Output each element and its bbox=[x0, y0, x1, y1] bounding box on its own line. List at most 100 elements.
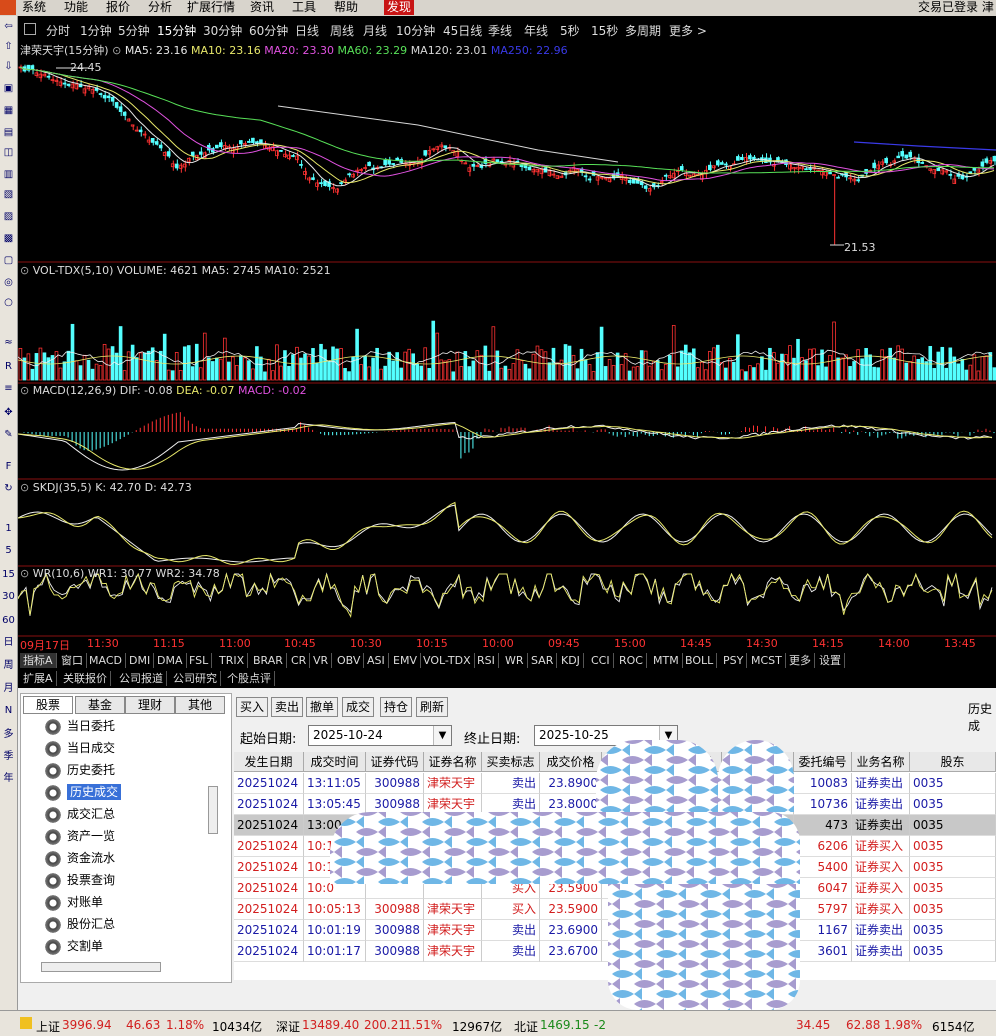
period-tab[interactable]: 月线 bbox=[363, 22, 387, 39]
period-1[interactable]: 1 bbox=[1, 522, 16, 536]
menu-extended[interactable]: 扩展行情 bbox=[187, 0, 235, 15]
deals-button[interactable]: 成交 bbox=[342, 697, 375, 717]
period-more[interactable]: 更多 > bbox=[669, 22, 707, 39]
nav-item[interactable]: 成交汇总 bbox=[43, 804, 115, 824]
period-60[interactable]: 60 bbox=[1, 614, 16, 628]
period-tab[interactable]: 多周期 bbox=[625, 22, 661, 39]
settings-dot-icon[interactable]: ⊙ bbox=[112, 44, 121, 57]
arrow-left-icon[interactable]: ⇦ bbox=[1, 20, 16, 34]
menu-analysis[interactable]: 分析 bbox=[148, 0, 172, 15]
settings-dot-icon[interactable]: ⊙ bbox=[20, 264, 29, 277]
fz-icon[interactable]: ▢ bbox=[1, 254, 16, 268]
indicator-tab[interactable]: CCI bbox=[588, 653, 614, 668]
indicator-tab[interactable]: WR bbox=[502, 653, 528, 668]
column-header[interactable]: 成交价格 bbox=[540, 752, 602, 772]
bottom-tab[interactable]: 扩展A bbox=[20, 671, 57, 686]
bars-icon[interactable]: ▥ bbox=[1, 168, 16, 182]
bottom-tab[interactable]: 关联报价 bbox=[60, 671, 111, 686]
line-icon[interactable]: ◫ bbox=[1, 146, 16, 160]
period-5[interactable]: 5 bbox=[1, 544, 16, 558]
period-week[interactable]: 周 bbox=[1, 659, 16, 673]
nav-tab-other[interactable]: 其他 bbox=[175, 696, 225, 714]
nav-item[interactable]: 交割单 bbox=[43, 936, 103, 956]
indicator-tab[interactable]: VR bbox=[310, 653, 333, 668]
pencil-icon[interactable]: ✎ bbox=[1, 428, 16, 442]
indicator-tab[interactable]: MACD bbox=[86, 653, 126, 668]
chart-toggle-icon[interactable] bbox=[24, 23, 36, 35]
period-tab[interactable]: 周线 bbox=[330, 22, 354, 39]
period-30[interactable]: 30 bbox=[1, 590, 16, 604]
move-icon[interactable]: ✥ bbox=[1, 406, 16, 420]
column-header[interactable]: 股东 bbox=[910, 752, 996, 772]
indicator-tab[interactable]: KDJ bbox=[558, 653, 584, 668]
indicator-tab[interactable]: DMI bbox=[126, 653, 155, 668]
compass-icon[interactable]: ◎ bbox=[1, 276, 16, 290]
rsi-icon[interactable]: R bbox=[1, 360, 16, 374]
settings-dot-icon[interactable]: ⊙ bbox=[20, 567, 29, 580]
zoom-icon[interactable]: ▣ bbox=[1, 82, 16, 96]
column-header[interactable]: 委托编号 bbox=[794, 752, 852, 772]
nav-item[interactable]: 当日委托 bbox=[43, 716, 115, 736]
table-icon[interactable]: ▩ bbox=[1, 232, 16, 246]
stock-chart[interactable]: 24.45 21.53 bbox=[18, 40, 996, 652]
bottom-tab[interactable]: 公司报道 bbox=[116, 671, 167, 686]
chart-icon[interactable]: ▤ bbox=[1, 126, 16, 140]
nav-item[interactable]: 股份汇总 bbox=[43, 914, 115, 934]
indicator-tab[interactable]: EMV bbox=[390, 653, 421, 668]
f5-icon[interactable]: F bbox=[1, 460, 16, 474]
indicator-tab[interactable]: FSL bbox=[186, 653, 213, 668]
wave-icon[interactable]: ≈ bbox=[1, 336, 16, 350]
nav-item[interactable]: 对账单 bbox=[43, 892, 103, 912]
period-tab[interactable]: 1分钟 bbox=[80, 22, 112, 39]
indicator-tab[interactable]: MCST bbox=[748, 653, 786, 668]
bottom-tab[interactable]: 公司研究 bbox=[170, 671, 221, 686]
menu-tools[interactable]: 工具 bbox=[292, 0, 316, 15]
column-header[interactable]: 证券名称 bbox=[424, 752, 482, 772]
period-season[interactable]: 季 bbox=[1, 750, 16, 764]
column-header[interactable]: 证券代码 bbox=[366, 752, 424, 772]
refresh-button[interactable]: 刷新 bbox=[416, 697, 449, 717]
period-tab-active[interactable]: 15分钟 bbox=[157, 22, 196, 39]
nav-tab-fund[interactable]: 基金 bbox=[75, 696, 125, 714]
column-header[interactable]: 业务名称 bbox=[852, 752, 910, 772]
grid-icon[interactable]: ▦ bbox=[1, 104, 16, 118]
indicator-tab[interactable]: TRIX bbox=[216, 653, 249, 668]
list-icon[interactable]: ▨ bbox=[1, 210, 16, 224]
indicator-tab[interactable]: CR bbox=[288, 653, 311, 668]
indicator-tab[interactable]: 更多 bbox=[786, 653, 815, 668]
circle-icon[interactable]: ○ bbox=[1, 296, 16, 310]
period-multi[interactable]: 多 bbox=[1, 728, 16, 742]
nav-scrollbar[interactable] bbox=[208, 786, 218, 834]
period-tab[interactable]: 60分钟 bbox=[249, 22, 288, 39]
indicator-tab[interactable]: OBV bbox=[334, 653, 365, 668]
period-month[interactable]: 月 bbox=[1, 682, 16, 696]
column-header[interactable]: 成交时间 bbox=[304, 752, 366, 772]
arrow-up-icon[interactable]: ⇧ bbox=[1, 40, 16, 54]
chevron-down-icon[interactable]: ▼ bbox=[433, 726, 451, 745]
start-date-field[interactable]: 2025-10-24 ▼ bbox=[308, 725, 452, 746]
nav-tab-stock[interactable]: 股票 bbox=[23, 696, 73, 714]
indicator-tab[interactable]: MTM bbox=[650, 653, 683, 668]
nav-item[interactable]: 资产一览 bbox=[43, 826, 115, 846]
indicator-tab[interactable]: RSI bbox=[474, 653, 499, 668]
settings-dot-icon[interactable]: ⊙ bbox=[20, 384, 29, 397]
menu-quote[interactable]: 报价 bbox=[106, 0, 130, 15]
nav-item[interactable]: 历史委托 bbox=[43, 760, 115, 780]
sell-button[interactable]: 卖出 bbox=[271, 697, 304, 717]
period-tab[interactable]: 15秒 bbox=[591, 22, 618, 39]
stack-icon[interactable]: ≡ bbox=[1, 382, 16, 396]
menu-news[interactable]: 资讯 bbox=[250, 0, 274, 15]
nav-tab-wealth[interactable]: 理财 bbox=[125, 696, 175, 714]
period-tab[interactable]: 30分钟 bbox=[203, 22, 242, 39]
cancel-order-button[interactable]: 撤单 bbox=[306, 697, 339, 717]
fund-icon[interactable]: ▧ bbox=[1, 188, 16, 202]
period-tab[interactable]: 日线 bbox=[295, 22, 319, 39]
indicator-tab[interactable]: VOL-TDX bbox=[420, 653, 475, 668]
period-day[interactable]: 日 bbox=[1, 636, 16, 650]
nav-item[interactable]: 投票查询 bbox=[43, 870, 115, 890]
period-tab[interactable]: 季线 bbox=[488, 22, 512, 39]
indicator-tab[interactable]: 窗口 bbox=[58, 653, 87, 668]
arrow-down-icon[interactable]: ⇩ bbox=[1, 60, 16, 74]
indicator-tab[interactable]: DMA bbox=[154, 653, 187, 668]
period-n[interactable]: N bbox=[1, 704, 16, 718]
